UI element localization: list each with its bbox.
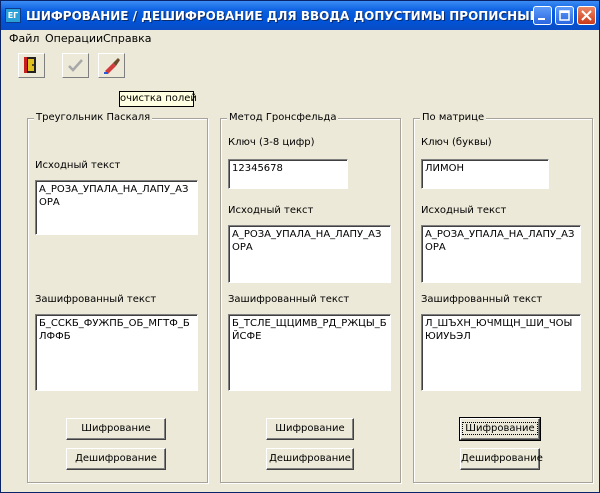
main-window: ЕГ ШИФРОВАНИЕ / ДЕШИФРОВАНИЕ ДЛЯ ВВОДА Д… bbox=[0, 0, 600, 493]
key-label: Ключ (буквы) bbox=[421, 137, 492, 148]
decrypt-button[interactable]: Дешифрование bbox=[66, 448, 166, 470]
cipher-text-label: Зашифрованный текст bbox=[35, 294, 157, 305]
decrypt-button[interactable]: Дешифрование bbox=[460, 448, 543, 470]
menu-operations[interactable]: Операции bbox=[45, 31, 103, 46]
encrypt-button[interactable]: Шифрование bbox=[66, 418, 166, 440]
source-text-field[interactable]: А_РОЗА_УПАЛА_НА_ЛАПУ_АЗОРА bbox=[228, 225, 391, 283]
exit-button[interactable] bbox=[18, 53, 45, 78]
tooltip: очистка полей bbox=[119, 91, 197, 107]
decrypt-button[interactable]: Дешифрование bbox=[266, 448, 354, 470]
title-bar[interactable]: ЕГ ШИФРОВАНИЕ / ДЕШИФРОВАНИЕ ДЛЯ ВВОДА Д… bbox=[1, 1, 599, 30]
source-text-label: Исходный текст bbox=[421, 205, 507, 216]
key-input[interactable]: ЛИМОН bbox=[421, 159, 549, 189]
minimize-button[interactable] bbox=[533, 6, 552, 25]
exit-door-icon bbox=[24, 57, 36, 73]
app-icon: ЕГ bbox=[5, 8, 21, 23]
window-title: ШИФРОВАНИЕ / ДЕШИФРОВАНИЕ ДЛЯ ВВОДА ДОПУ… bbox=[26, 9, 534, 23]
group-pascal-triangle: Треугольник Паскаля Исходный текст А_РОЗ… bbox=[27, 111, 208, 483]
menu-file[interactable]: Файл bbox=[9, 31, 39, 46]
eraser-brush-icon bbox=[104, 58, 120, 74]
source-text-field[interactable]: А_РОЗА_УПАЛА_НА_ЛАПУ_АЗОРА bbox=[35, 180, 198, 235]
encrypt-button-label: Шифрование bbox=[462, 422, 538, 435]
cipher-text-label: Зашифрованный текст bbox=[421, 294, 543, 305]
cipher-text-field[interactable]: Б_ССКБ_ФУЖПБ_ОБ_МГТФ_БЛФФБ bbox=[35, 314, 198, 391]
maximize-icon bbox=[559, 10, 570, 21]
group-matrix: По матрице Ключ (буквы) ЛИМОН Исходный т… bbox=[413, 111, 593, 483]
menu-bar: Файл Операции Справка bbox=[1, 30, 599, 47]
group-title: Метод Гронсфельда bbox=[227, 111, 339, 125]
maximize-button[interactable] bbox=[555, 6, 574, 25]
key-label: Ключ (3-8 цифр) bbox=[228, 137, 315, 148]
encrypt-button[interactable]: Шифрование bbox=[459, 417, 541, 441]
clear-fields-button[interactable] bbox=[98, 53, 125, 78]
group-title: Треугольник Паскаля bbox=[34, 111, 153, 125]
close-button[interactable] bbox=[577, 6, 596, 25]
group-gronsfeld: Метод Гронсфельда Ключ (3-8 цифр) 123456… bbox=[220, 111, 401, 483]
source-text-label: Исходный текст bbox=[35, 160, 121, 171]
checkmark-icon bbox=[68, 59, 83, 72]
source-text-field[interactable]: А_РОЗА_УПАЛА_НА_ЛАПУ_АЗОРА bbox=[421, 225, 581, 283]
check-button[interactable] bbox=[62, 53, 89, 78]
key-input[interactable]: 12345678 bbox=[228, 159, 348, 189]
minimize-icon bbox=[538, 18, 545, 20]
close-icon bbox=[581, 10, 592, 21]
source-text-label: Исходный текст bbox=[228, 205, 314, 216]
cipher-text-label: Зашифрованный текст bbox=[228, 294, 350, 305]
cipher-text-field[interactable]: Л_ШЪХН_ЮЧМЩН_ШИ_ЧОЫЮИУЬЭЛ bbox=[421, 314, 581, 391]
group-title: По матрице bbox=[420, 111, 487, 125]
cipher-text-field[interactable]: Б_ТСЛЕ_ЩЦИМВ_РД_РЖЦЫ_БЙСФЕ bbox=[228, 314, 391, 391]
menu-help[interactable]: Справка bbox=[103, 31, 151, 46]
encrypt-button[interactable]: Шифрование bbox=[266, 418, 354, 440]
